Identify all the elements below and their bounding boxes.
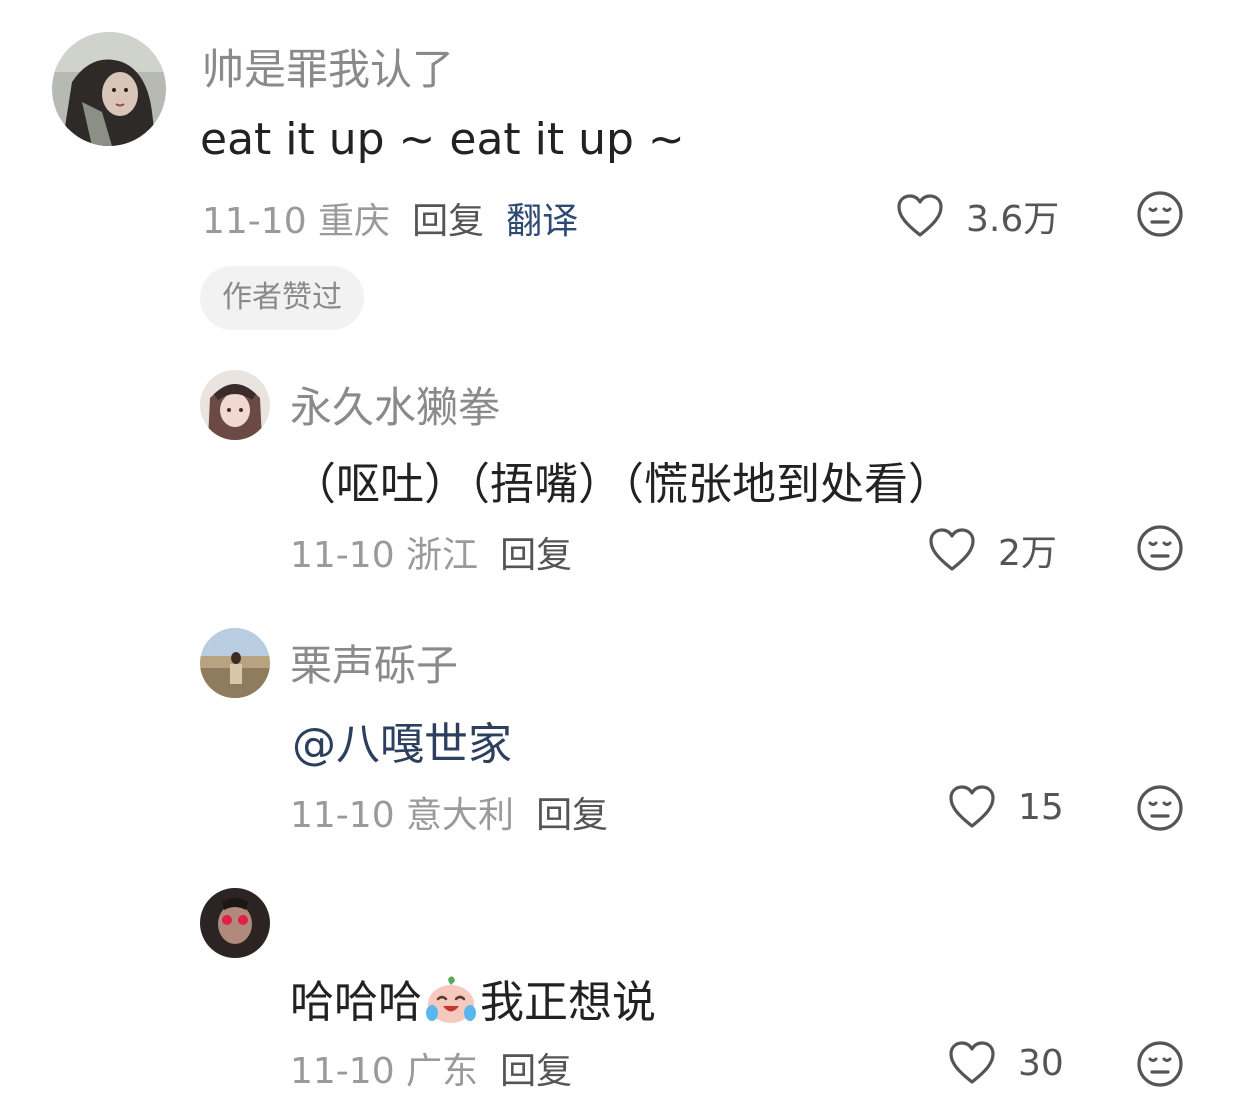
- avatar[interactable]: [52, 32, 166, 146]
- dislike-button[interactable]: [1136, 524, 1184, 572]
- dislike-button[interactable]: [1136, 190, 1184, 238]
- heart-outline-icon: [949, 785, 995, 828]
- like-button[interactable]: 30: [948, 1040, 1064, 1086]
- username[interactable]: 帅是罪我认了: [202, 36, 454, 97]
- date-location: 11-10 浙江: [290, 535, 479, 576]
- comment-meta: 11-10 浙江 回复: [290, 526, 572, 578]
- like-button[interactable]: 3.6万: [896, 190, 1059, 242]
- date-location: 11-10 重庆: [202, 201, 391, 242]
- comment-list: 帅是罪我认了 eat it up ~ eat it up ~ 11-10 重庆 …: [0, 0, 1260, 1100]
- like-count: 3.6万: [966, 199, 1060, 240]
- dislike-button[interactable]: [1136, 784, 1184, 832]
- author-liked-badge: 作者赞过: [200, 266, 364, 330]
- unamused-face-icon: [1137, 191, 1183, 237]
- comment-meta: 11-10 广东 回复: [290, 1042, 572, 1094]
- reply-button[interactable]: 回复: [536, 786, 608, 838]
- comment-text: 哈哈哈 我正想说: [290, 966, 656, 1030]
- date-location: 11-10 广东: [290, 1051, 479, 1092]
- heart-outline-icon: [897, 194, 943, 237]
- unamused-face-icon: [1137, 1041, 1183, 1087]
- avatar[interactable]: [200, 628, 270, 698]
- heart-outline-icon: [929, 528, 975, 571]
- translate-button[interactable]: 翻译: [506, 192, 578, 244]
- comment-text: （呕吐）（捂嘴）（慌张地到处看）: [292, 459, 952, 510]
- username[interactable]: 栗声砾子: [290, 632, 458, 693]
- comment-text-part: 哈哈哈: [290, 977, 422, 1028]
- crying-laughing-peach-emoji: [426, 976, 476, 1023]
- avatar[interactable]: [200, 370, 270, 440]
- like-button[interactable]: 2万: [928, 524, 1057, 576]
- like-count: 15: [1018, 786, 1064, 828]
- like-count: 30: [1018, 1042, 1064, 1084]
- comment-text: eat it up ~ eat it up ~: [200, 114, 685, 165]
- reply-button[interactable]: 回复: [412, 192, 484, 244]
- avatar[interactable]: [200, 888, 270, 958]
- mention-link[interactable]: @八嘎世家: [292, 708, 512, 772]
- comment-meta: 11-10 意大利 回复: [290, 786, 608, 838]
- unamused-face-icon: [1137, 785, 1183, 831]
- reply-button[interactable]: 回复: [500, 526, 572, 578]
- username[interactable]: 永久水獭拳: [290, 374, 500, 435]
- date-location: 11-10 意大利: [290, 795, 515, 836]
- dislike-button[interactable]: [1136, 1040, 1184, 1088]
- heart-outline-icon: [949, 1041, 995, 1084]
- comment-meta: 11-10 重庆 回复 翻译: [202, 192, 578, 244]
- like-button[interactable]: 15: [948, 784, 1064, 830]
- like-count: 2万: [998, 533, 1057, 574]
- reply-button[interactable]: 回复: [500, 1042, 572, 1094]
- unamused-face-icon: [1137, 525, 1183, 571]
- comment-text-part: 我正想说: [480, 977, 656, 1028]
